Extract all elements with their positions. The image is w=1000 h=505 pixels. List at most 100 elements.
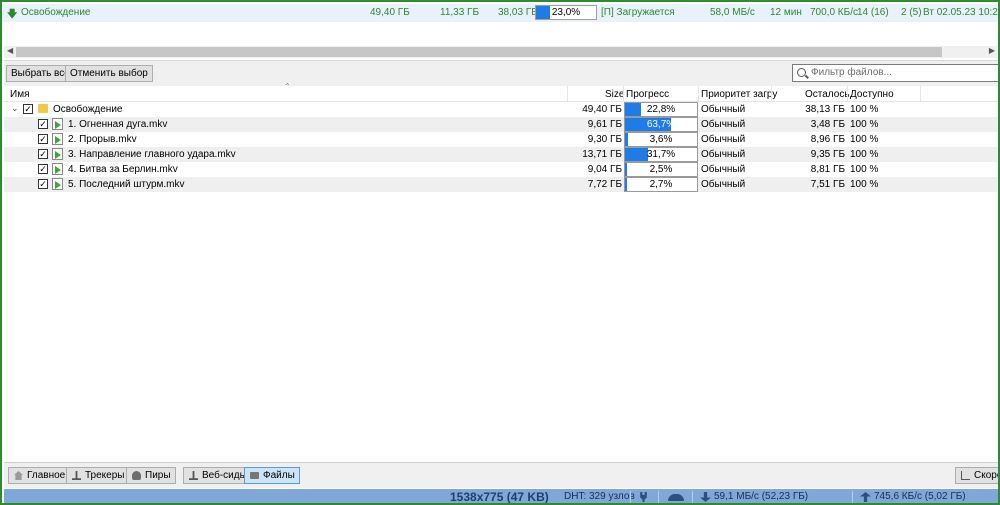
dht-status: DHT: 329 узлов (564, 491, 635, 502)
file-progress-bar: 3,6% (624, 132, 698, 147)
download-speed-icon (700, 492, 711, 502)
file-progress-text: 2,7% (649, 179, 673, 190)
column-size[interactable]: Size (605, 89, 624, 100)
torrent-remaining: 38,03 ГБ (498, 7, 538, 18)
status-bar: 1538x775 (47 KB) DHT: 329 узлов 59,1 МБ/… (4, 489, 998, 504)
file-availability: 100 % (850, 164, 879, 175)
torrent-downloaded: 11,33 ГБ (440, 7, 480, 18)
file-availability: 100 % (850, 119, 879, 130)
file-size: 13,71 ГБ (582, 149, 622, 160)
column-remaining[interactable]: Осталось (805, 89, 850, 100)
file-progress-text: 63,7% (646, 119, 676, 130)
tab-webseeds-label: Веб-сиды (202, 470, 247, 481)
plug-icon[interactable] (640, 492, 647, 502)
filter-placeholder: Фильтр файлов... (811, 67, 892, 78)
file-checkbox[interactable]: ✓ (38, 179, 48, 189)
home-icon (14, 471, 23, 480)
file-size: 7,72 ГБ (587, 179, 622, 190)
tab-webseeds[interactable]: Веб-сиды (183, 467, 252, 484)
tab-peers-label: Пиры (145, 470, 171, 481)
column-progress[interactable]: Прогресс (626, 89, 669, 100)
tab-files-label: Файлы (263, 470, 295, 481)
file-progress-text: 2,5% (649, 164, 673, 175)
tab-general[interactable]: Главное (8, 467, 71, 484)
file-checkbox[interactable]: ✓ (38, 119, 48, 129)
folder-name: Освобождение (53, 104, 123, 115)
column-availability[interactable]: Доступно (850, 89, 894, 100)
file-name: 2. Прорыв.mkv (68, 134, 137, 145)
file-availability: 100 % (850, 134, 879, 145)
file-name: 1. Огненная дуга.mkv (68, 119, 168, 130)
file-name: 4. Битва за Берлин.mkv (68, 164, 178, 175)
speedometer-icon[interactable] (668, 494, 684, 501)
file-availability: 100 % (850, 149, 879, 160)
deselect-button[interactable]: Отменить выбор (65, 65, 153, 82)
folder-progress-bar: 22,8% (624, 102, 698, 117)
tab-trackers[interactable]: Трекеры (66, 467, 130, 484)
file-size: 9,04 ГБ (587, 164, 622, 175)
folder-row[interactable]: ⌄ ✓ Освобождение 49,40 ГБ 22,8% Обычный … (4, 102, 998, 117)
tab-trackers-label: Трекеры (85, 470, 125, 481)
folder-size: 49,40 ГБ (582, 104, 622, 115)
torrent-download-speed: 58,0 МБ/с (710, 7, 755, 18)
folder-checkbox[interactable]: ✓ (23, 104, 33, 114)
file-remaining: 8,96 ГБ (810, 134, 845, 145)
file-progress-bar: 63,7% (624, 117, 698, 132)
torrent-size: 49,40 ГБ (370, 7, 410, 18)
tracker-icon (72, 471, 81, 480)
file-progress-text: 31,7% (646, 149, 676, 160)
chart-icon (961, 471, 970, 480)
file-size: 9,30 ГБ (587, 134, 622, 145)
file-availability: 100 % (850, 179, 879, 190)
torrent-progress-bar: 23,0% (535, 5, 597, 20)
torrent-name: Освобождение (21, 7, 91, 18)
scrollbar-thumb[interactable] (16, 47, 942, 57)
app-window: 🡇 Освобождение 49,40 ГБ 11,33 ГБ 38,03 Г… (0, 0, 1000, 505)
table-row[interactable]: ✓ 1. Огненная дуга.mkv 9,61 ГБ 63,7% Обы… (4, 117, 998, 132)
webseed-icon (189, 471, 198, 480)
torrent-progress-text: 23,0% (551, 7, 581, 18)
folder-availability: 100 % (850, 104, 879, 115)
search-icon (797, 68, 806, 77)
table-row[interactable]: ✓ 5. Последний штурм.mkv 7,72 ГБ 2,7% Об… (4, 177, 998, 192)
file-size: 9,61 ГБ (587, 119, 622, 130)
chevron-down-icon[interactable]: ⌄ (11, 103, 19, 114)
file-priority: Обычный (701, 164, 746, 175)
peers-icon (132, 471, 141, 480)
horizontal-scrollbar[interactable]: ◀ ▶ (4, 46, 998, 58)
file-checkbox[interactable]: ✓ (38, 164, 48, 174)
torrent-peers: 2 (5) (901, 7, 922, 18)
scroll-right-icon[interactable]: ▶ (989, 46, 995, 55)
file-name: 5. Последний штурм.mkv (68, 179, 185, 190)
download-arrow-icon: 🡇 (7, 9, 18, 20)
table-row[interactable]: ✓ 2. Прорыв.mkv 9,30 ГБ 3,6% Обычный 8,9… (4, 132, 998, 147)
torrent-eta: 12 мин (770, 7, 802, 18)
detail-tabs: Главное Трекеры Пиры Веб-сиды Файлы Скор… (4, 462, 998, 488)
file-progress-bar: 2,5% (624, 162, 698, 177)
scroll-left-icon[interactable]: ◀ (7, 46, 13, 55)
image-info: 1538x775 (47 KB) (450, 490, 549, 504)
filter-input[interactable]: Фильтр файлов... (792, 64, 998, 82)
tab-peers[interactable]: Пиры (126, 467, 176, 484)
torrent-row[interactable]: 🡇 Освобождение 49,40 ГБ 11,33 ГБ 38,03 Г… (2, 4, 998, 22)
file-priority: Обычный (701, 179, 746, 190)
table-row[interactable]: ✓ 3. Направление главного удара.mkv 13,7… (4, 147, 998, 162)
video-file-icon (52, 133, 63, 145)
file-checkbox[interactable]: ✓ (38, 149, 48, 159)
file-checkbox[interactable]: ✓ (38, 134, 48, 144)
table-row[interactable]: ✓ 4. Битва за Берлин.mkv 9,04 ГБ 2,5% Об… (4, 162, 998, 177)
file-remaining: 8,81 ГБ (810, 164, 845, 175)
torrent-status: [П] Загружается (601, 7, 675, 18)
download-speed[interactable]: 59,1 МБ/с (52,23 ГБ) (714, 491, 808, 502)
tab-speed-label: Скорос (974, 470, 998, 481)
folder-icon (38, 104, 48, 113)
video-file-icon (52, 118, 63, 130)
column-priority[interactable]: Приоритет загру (701, 89, 777, 100)
file-table: ⌃ Имя Size Прогресс Приоритет загру Оста… (4, 82, 998, 192)
folder-open-icon (250, 472, 259, 479)
upload-speed[interactable]: 745,6 КБ/с (5,02 ГБ) (874, 491, 966, 502)
tab-speed[interactable]: Скорос (955, 467, 998, 484)
tab-files[interactable]: Файлы (244, 467, 300, 484)
column-name[interactable]: Имя (10, 89, 29, 100)
torrent-added: Вт 02.05.23 10:23 (923, 7, 1000, 18)
